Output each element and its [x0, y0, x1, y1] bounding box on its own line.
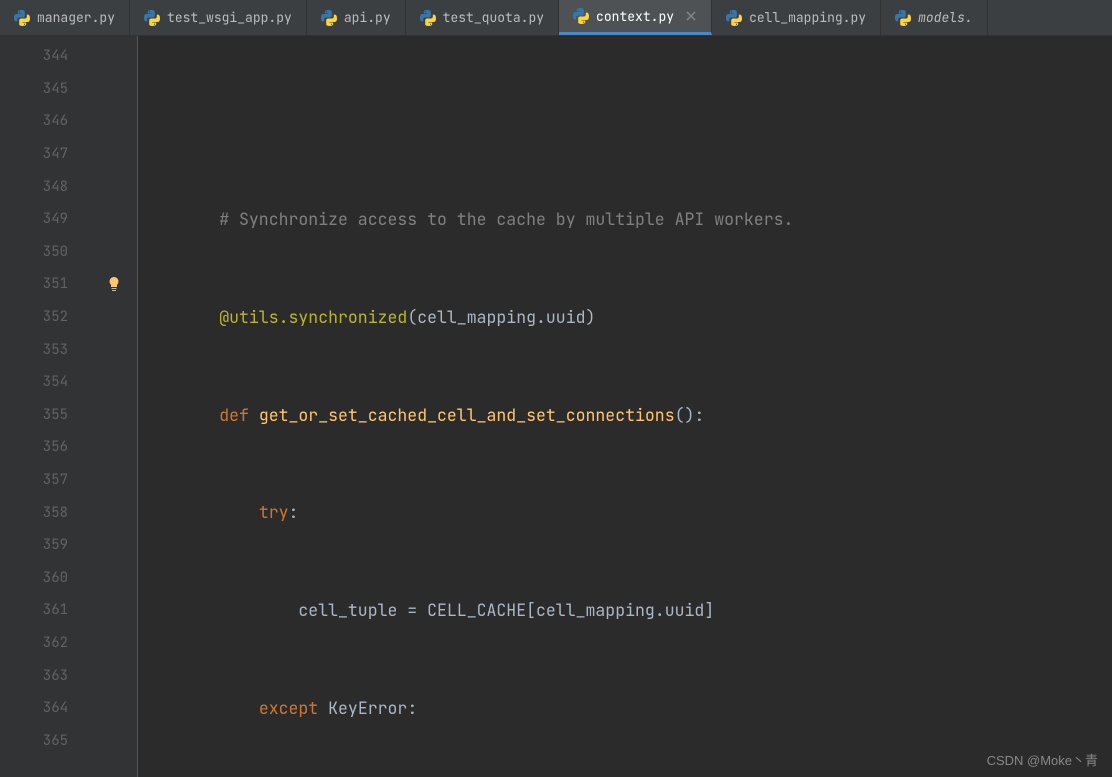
code-area[interactable]: # Synchronize access to the cache by mul… — [138, 36, 1112, 777]
tab-label: manager.py — [37, 9, 115, 26]
code-line — [140, 105, 1112, 138]
tab-context[interactable]: context.py — [559, 0, 712, 35]
line-number: 360 — [0, 562, 90, 595]
line-number: 354 — [0, 366, 90, 399]
marker-slot — [90, 594, 137, 627]
line-number: 346 — [0, 105, 90, 138]
code-line: cell_tuple = CELL_CACHE[cell_mapping.uui… — [140, 594, 1112, 627]
python-icon — [144, 10, 160, 26]
marker-slot — [90, 138, 137, 171]
marker-slot — [90, 496, 137, 529]
python-icon — [726, 10, 742, 26]
lightbulb-icon[interactable] — [106, 276, 122, 292]
tab-test-wsgi-app[interactable]: test_wsgi_app.py — [130, 0, 307, 35]
line-number: 364 — [0, 692, 90, 725]
marker-slot — [90, 529, 137, 562]
line-number: 352 — [0, 301, 90, 334]
line-number: 361 — [0, 594, 90, 627]
python-icon — [14, 10, 30, 26]
line-number: 362 — [0, 627, 90, 660]
python-icon — [895, 10, 911, 26]
marker-slot — [90, 301, 137, 334]
close-icon[interactable] — [685, 10, 697, 22]
tab-api[interactable]: api.py — [307, 0, 406, 35]
marker-slot — [90, 627, 137, 660]
marker-slot — [90, 692, 137, 725]
marker-slot — [90, 333, 137, 366]
marker-slot — [90, 170, 137, 203]
line-number: 363 — [0, 659, 90, 692]
code-line: def get_or_set_cached_cell_and_set_conne… — [140, 399, 1112, 432]
line-number: 365 — [0, 724, 90, 757]
code-line: @utils.synchronized(cell_mapping.uuid) — [140, 301, 1112, 334]
tab-label: models. — [918, 9, 973, 26]
marker-slot — [90, 366, 137, 399]
tab-models[interactable]: models. — [881, 0, 988, 35]
line-number: 349 — [0, 203, 90, 236]
marker-slot — [90, 659, 137, 692]
line-number: 358 — [0, 496, 90, 529]
line-number: 348 — [0, 170, 90, 203]
line-number: 345 — [0, 73, 90, 106]
tab-manager[interactable]: manager.py — [0, 0, 130, 35]
marker-slot — [90, 724, 137, 757]
tab-label: cell_mapping.py — [749, 9, 866, 26]
code-line: # Synchronize access to the cache by mul… — [140, 203, 1112, 236]
line-number: 347 — [0, 138, 90, 171]
marker-slot — [90, 236, 137, 269]
tab-test-quota[interactable]: test_quota.py — [406, 0, 559, 35]
tab-cell-mapping[interactable]: cell_mapping.py — [712, 0, 881, 35]
line-number: 355 — [0, 399, 90, 432]
line-number: 350 — [0, 236, 90, 269]
line-number-gutter: 3443453463473483493503513523533543553563… — [0, 36, 90, 777]
editor: 3443453463473483493503513523533543553563… — [0, 36, 1112, 777]
tab-label: test_quota.py — [443, 9, 544, 26]
marker-slot — [90, 268, 137, 301]
watermark: CSDN @Moke丶青 — [987, 750, 1098, 769]
python-icon — [420, 10, 436, 26]
line-number: 344 — [0, 40, 90, 73]
marker-slot — [90, 431, 137, 464]
line-number: 357 — [0, 464, 90, 497]
tab-label: context.py — [596, 8, 674, 25]
tab-label: api.py — [344, 9, 391, 26]
tab-label: test_wsgi_app.py — [167, 9, 292, 26]
marker-slot — [90, 464, 137, 497]
line-number: 351 — [0, 268, 90, 301]
python-icon — [573, 8, 589, 24]
marker-slot — [90, 399, 137, 432]
tab-bar: manager.py test_wsgi_app.py api.py test_… — [0, 0, 1112, 36]
marker-slot — [90, 562, 137, 595]
marker-slot — [90, 40, 137, 73]
marker-gutter — [90, 36, 138, 777]
code-line: except KeyError: — [140, 692, 1112, 725]
code-line: try: — [140, 496, 1112, 529]
marker-slot — [90, 105, 137, 138]
marker-slot — [90, 203, 137, 236]
marker-slot — [90, 73, 137, 106]
line-number: 353 — [0, 333, 90, 366]
python-icon — [321, 10, 337, 26]
line-number: 359 — [0, 529, 90, 562]
line-number: 356 — [0, 431, 90, 464]
